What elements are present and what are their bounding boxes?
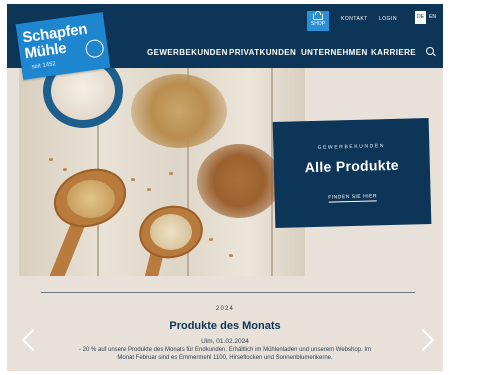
spelt-grain-pile: [197, 144, 281, 218]
logo-since: seit 1452: [31, 61, 57, 71]
pm-year: 2024: [215, 306, 235, 312]
shopping-bag-icon: [313, 11, 323, 20]
flour-bowl: [43, 68, 123, 128]
logo-name-line2: Mühle: [23, 39, 68, 63]
hero-image: [19, 68, 305, 276]
page-frame: SHOP KONTAKT LOGIN DE EN GEWERBEKUNDEN P…: [7, 4, 443, 371]
search-icon[interactable]: [426, 47, 434, 55]
loose-grain: [229, 254, 233, 257]
loose-grain: [131, 178, 135, 181]
pm-description-line2: Monat Februar sind es Emmermehl 1100, Hi…: [117, 354, 333, 361]
cta-link[interactable]: FINDEN SIE HIER: [275, 192, 431, 203]
loose-grain: [63, 168, 67, 171]
login-link[interactable]: LOGIN: [379, 16, 397, 22]
logo-seal-icon: [84, 38, 105, 59]
oat-flakes: [67, 180, 115, 218]
kontakt-link[interactable]: KONTAKT: [341, 16, 368, 22]
buckwheat: [150, 214, 192, 250]
cta-title: Alle Produkte: [304, 156, 400, 176]
loose-grain: [49, 158, 53, 161]
loose-grain: [147, 188, 151, 191]
pm-date: Ulm, 01.02.2024: [201, 338, 249, 345]
cta-link-label: FINDEN SIE HIER: [328, 193, 378, 203]
pm-title: Produkte des Monats: [169, 320, 281, 332]
nav-karriere[interactable]: KARRIERE: [371, 48, 416, 57]
wheat-grain-pile: [131, 74, 227, 148]
pm-description-line1: - 20 % auf unsere Produkte des Monats fü…: [78, 347, 372, 353]
section-divider: [41, 292, 415, 293]
loose-grain: [169, 172, 173, 175]
language-de-button[interactable]: DE: [415, 11, 426, 24]
nav-unternehmen[interactable]: UNTERNEHMEN: [301, 48, 368, 57]
pm-description: - 20 % auf unsere Produkte des Monats fü…: [37, 347, 413, 362]
nav-privatkunden[interactable]: PRIVATKUNDEN: [229, 48, 296, 57]
loose-grain: [209, 238, 213, 241]
flour: [51, 68, 115, 120]
all-products-card[interactable]: GEWERBEKUNDEN Alle Produkte FINDEN SIE H…: [272, 117, 432, 229]
language-en-button[interactable]: EN: [429, 11, 436, 24]
shop-button[interactable]: SHOP: [307, 11, 329, 31]
chevron-right-icon[interactable]: [411, 328, 435, 352]
shop-label: SHOP: [310, 21, 326, 27]
nav-gewerbekunden[interactable]: GEWERBEKUNDEN: [147, 48, 228, 57]
cta-eyebrow: GEWERBEKUNDEN: [317, 143, 386, 151]
